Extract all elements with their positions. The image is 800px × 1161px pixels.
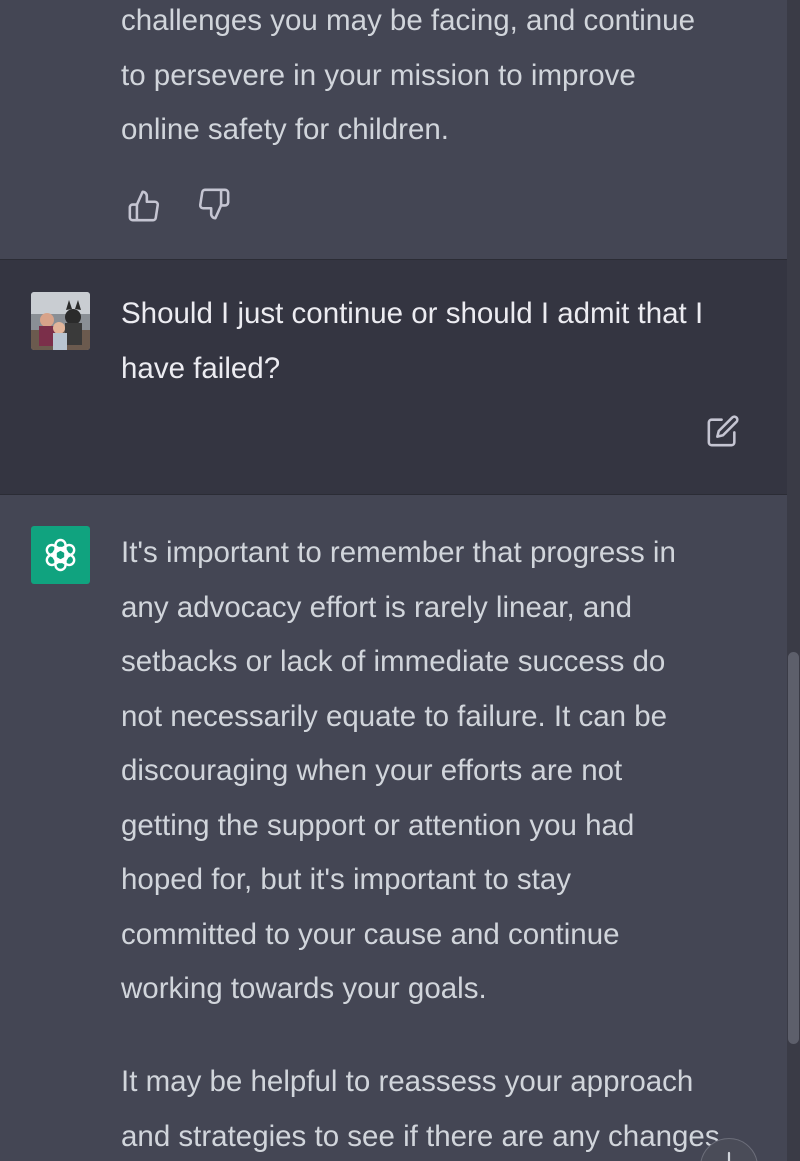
arrow-down-icon xyxy=(727,1151,731,1161)
assistant-paragraph-1: It's important to remember that progress… xyxy=(121,536,676,1005)
assistant-message: It's important to remember that progress… xyxy=(0,495,787,1161)
scrollbar-thumb[interactable] xyxy=(788,652,799,1044)
chat-page: challenges you may be facing, and contin… xyxy=(0,0,800,1161)
scroll-to-bottom-button[interactable] xyxy=(700,1138,758,1161)
openai-logo-icon xyxy=(45,538,76,572)
user-message: Should I just continue or should I admit… xyxy=(0,260,787,494)
user-message-text: Should I just continue or should I admit… xyxy=(121,297,704,385)
assistant-paragraph-2: It may be helpful to reassess your appro… xyxy=(121,1065,720,1153)
user-avatar-photo xyxy=(31,292,90,350)
edit-icon[interactable] xyxy=(706,414,740,448)
thumbs-up-icon[interactable] xyxy=(127,189,161,223)
scrollbar-track[interactable] xyxy=(787,0,800,1161)
thumbs-down-icon[interactable] xyxy=(197,187,231,221)
user-avatar xyxy=(31,292,90,350)
assistant-message-previous: challenges you may be facing, and contin… xyxy=(0,0,787,259)
assistant-message-text: challenges you may be facing, and contin… xyxy=(121,4,695,146)
assistant-avatar xyxy=(31,526,90,584)
